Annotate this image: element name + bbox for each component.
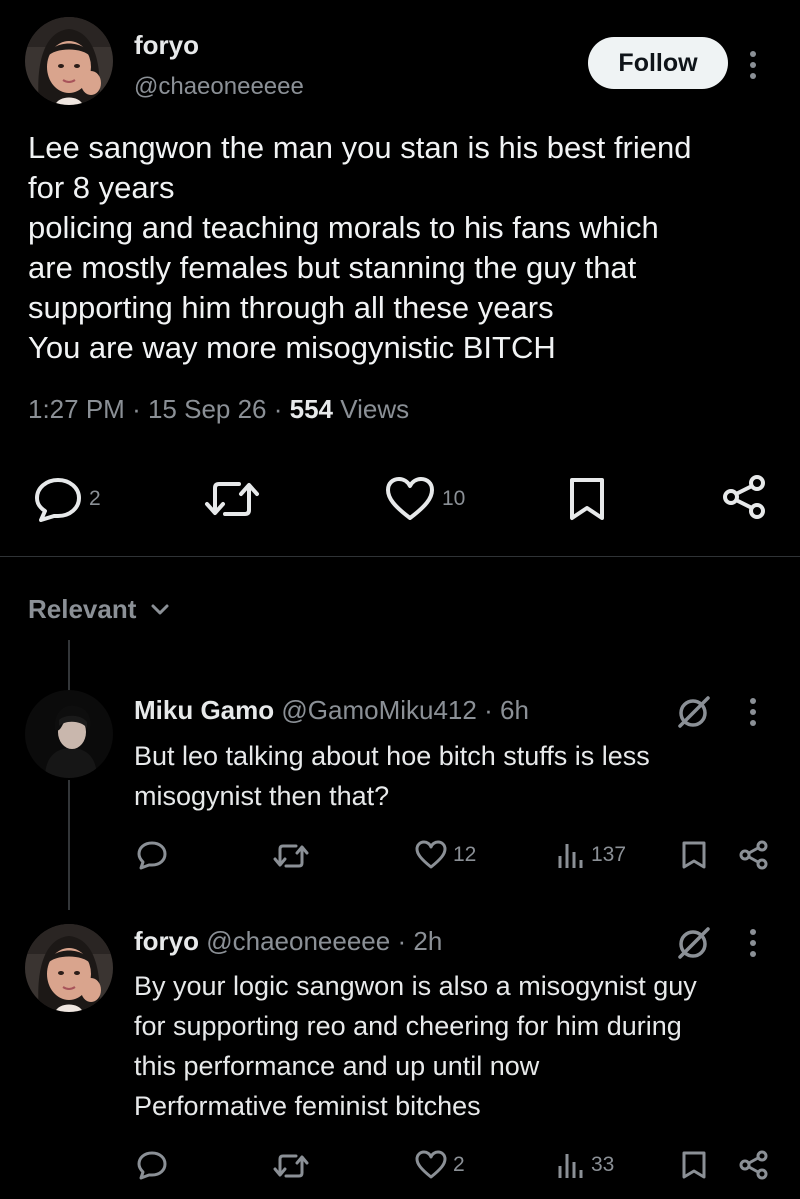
- reply-icon: [35, 478, 81, 522]
- separator-dot: ·: [484, 695, 493, 725]
- separator-dot: ·: [132, 394, 148, 424]
- post-time[interactable]: 1:27 PM: [28, 394, 125, 424]
- heart-icon: [415, 840, 447, 869]
- separator-dot: ·: [273, 394, 290, 424]
- like-count: 12: [453, 843, 477, 866]
- divider: [0, 556, 800, 557]
- like-count: 2: [453, 1153, 465, 1176]
- share-button[interactable]: [738, 840, 770, 870]
- bookmark-button[interactable]: [680, 840, 708, 870]
- reply-icon: [137, 1151, 167, 1180]
- reply-text: By your logic sangwon is also a misogyni…: [134, 966, 774, 1126]
- reply-author-name[interactable]: Miku Gamo: [134, 695, 274, 725]
- reply-avatar[interactable]: [25, 924, 113, 1012]
- share-icon: [739, 1150, 768, 1180]
- author-name[interactable]: foryo: [134, 30, 199, 61]
- bookmark-icon: [682, 1151, 706, 1179]
- reply-avatar[interactable]: [25, 690, 113, 778]
- bookmark-button[interactable]: [680, 1150, 708, 1180]
- more-options-icon[interactable]: [748, 697, 758, 727]
- post-text-line: Lee sangwon the man you stan is his best…: [28, 130, 692, 165]
- share-button[interactable]: [720, 474, 768, 520]
- grok-icon[interactable]: [676, 926, 712, 960]
- reply-button[interactable]: [136, 1150, 168, 1180]
- post-text-line: for 8 years: [28, 170, 175, 205]
- reply-icon: [137, 841, 167, 870]
- post-text-line: supporting him through all these years: [28, 290, 554, 325]
- reply-button[interactable]: 2: [33, 476, 101, 522]
- reply-button[interactable]: [136, 840, 168, 870]
- reply-author-handle[interactable]: @chaeoneeeee: [206, 926, 390, 956]
- heart-icon: [386, 477, 434, 520]
- reply-text-line: Performative feminist bitches: [134, 1091, 481, 1121]
- reply-text-line: By your logic sangwon is also a misogyni…: [134, 971, 697, 1001]
- reply-age[interactable]: 2h: [413, 926, 442, 956]
- sort-dropdown[interactable]: Relevant: [28, 594, 170, 625]
- share-button[interactable]: [738, 1150, 770, 1180]
- reply-count: 2: [89, 487, 101, 510]
- bookmark-icon: [570, 478, 604, 520]
- reply-author-name[interactable]: foryo: [134, 926, 199, 956]
- reply-text-line: misogynist then that?: [134, 781, 390, 811]
- more-options-icon[interactable]: [748, 928, 758, 958]
- post-text-line: You are way more misogynistic BITCH: [28, 330, 556, 365]
- repost-button[interactable]: [272, 1152, 310, 1180]
- views-label: Views: [340, 394, 410, 424]
- like-button[interactable]: 12: [414, 840, 476, 870]
- post-text-line: policing and teaching morals to his fans…: [28, 210, 659, 245]
- reply-author-handle[interactable]: @GamoMiku412: [281, 695, 476, 725]
- heart-icon: [415, 1150, 447, 1179]
- bookmark-icon: [682, 841, 706, 869]
- analytics-icon: [558, 1154, 583, 1178]
- like-button[interactable]: 2: [414, 1150, 465, 1180]
- grok-icon[interactable]: [676, 695, 712, 729]
- analytics-icon: [558, 844, 583, 868]
- post-text-line: are mostly females but stanning the guy …: [28, 250, 637, 285]
- repost-button[interactable]: [203, 478, 261, 520]
- separator-dot: ·: [397, 926, 407, 956]
- reply-header: Miku Gamo @GamoMiku412 · 6h: [134, 695, 529, 726]
- post-meta: 1:27 PM · 15 Sep 26 · 554 Views: [28, 394, 409, 425]
- post-date[interactable]: 15 Sep 26: [148, 394, 267, 424]
- share-icon: [723, 475, 765, 519]
- post-text: Lee sangwon the man you stan is his best…: [28, 128, 778, 368]
- like-button[interactable]: 10: [384, 476, 465, 522]
- repost-icon: [273, 1154, 309, 1178]
- thread-line: [68, 780, 70, 910]
- views-count: 33: [591, 1153, 615, 1176]
- reply-header: foryo @chaeoneeeee · 2h: [134, 926, 442, 957]
- reply-text-line: for supporting reo and cheering for him …: [134, 1011, 682, 1041]
- sort-label: Relevant: [28, 594, 137, 624]
- repost-button[interactable]: [272, 842, 310, 870]
- reply-text-line: this performance and up until now: [134, 1051, 540, 1081]
- more-options-icon[interactable]: [748, 50, 758, 80]
- views-button[interactable]: 137: [556, 840, 626, 870]
- author-handle[interactable]: @chaeoneeeee: [134, 73, 304, 101]
- share-icon: [739, 840, 768, 870]
- reply-text-line: But leo talking about hoe bitch stuffs i…: [134, 741, 650, 771]
- repost-icon: [273, 844, 309, 868]
- bookmark-button[interactable]: [566, 476, 608, 522]
- like-count: 10: [442, 487, 466, 510]
- views-button[interactable]: 33: [556, 1150, 614, 1180]
- repost-icon: [205, 482, 259, 516]
- views-count: 554: [289, 394, 334, 424]
- views-count: 137: [591, 843, 627, 866]
- reply-text: But leo talking about hoe bitch stuffs i…: [134, 736, 774, 816]
- reply-age[interactable]: 6h: [500, 695, 529, 725]
- chevron-down-icon: [151, 604, 169, 614]
- author-avatar[interactable]: [25, 17, 113, 105]
- follow-button[interactable]: Follow: [588, 37, 728, 89]
